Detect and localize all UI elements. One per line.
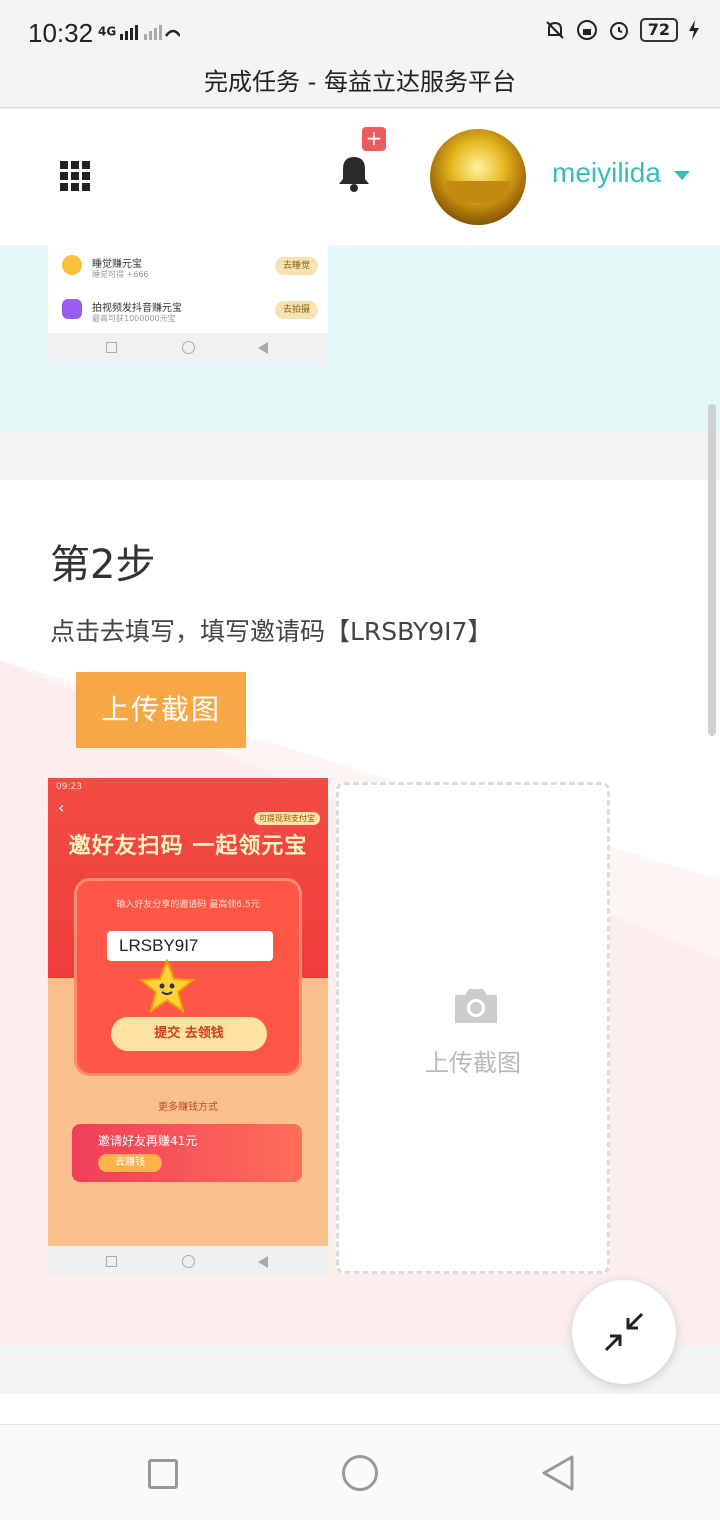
list-item: 睡觉赚元宝 睡觉可得 +666 去睡觉 <box>48 247 328 291</box>
step1-screenshot: 睡觉赚元宝 睡觉可得 +666 去睡觉 拍视频发抖音赚元宝 最高可获100000… <box>48 245 328 363</box>
step2-card: 第2步 点击去填写，填写邀请码【LRSBY9I7】 上传截图 09:23 ‹ 可… <box>0 480 720 1346</box>
shot-panel-text: 输入好友分享的邀请码 最高领6.5元 <box>116 900 260 910</box>
system-nav-bar <box>0 1424 720 1520</box>
lock-rotate-icon <box>576 20 597 40</box>
list-item-subtitle: 睡觉可得 +666 <box>92 270 149 279</box>
app-menu-grid-icon[interactable] <box>60 161 90 191</box>
list-item-button: 去睡觉 <box>274 257 318 275</box>
upload-screenshot-button[interactable]: 上传截图 <box>76 672 246 748</box>
shot-banner: 邀请好友再赚41元 去赚钱 <box>72 1124 302 1182</box>
shot-tag: 可提现到支付宝 <box>254 812 320 825</box>
moon-icon <box>62 255 82 275</box>
shot-more: 更多赚钱方式 <box>158 1102 218 1113</box>
shot-headline: 邀好友扫码 一起领元宝 <box>68 834 308 859</box>
shot-banner-title: 邀请好友再赚41元 <box>98 1134 198 1148</box>
shot-nav-bar <box>48 1246 328 1276</box>
scrollbar[interactable] <box>708 404 716 736</box>
camera-icon <box>455 989 497 1023</box>
chevron-down-icon[interactable] <box>674 171 690 180</box>
shot-submit: 提交 去领钱 <box>111 1017 267 1051</box>
screenshot-upload-area[interactable]: 上传截图 <box>336 782 610 1274</box>
app-header: + meiyilida <box>0 109 720 245</box>
alarm-icon <box>609 22 628 40</box>
network-type: 4G <box>98 24 117 39</box>
video-icon <box>62 299 82 319</box>
collapse-arrows-icon <box>604 1312 644 1352</box>
star-mascot-icon <box>139 959 195 1014</box>
shot-status-time: 09:23 <box>56 782 82 792</box>
step-description: 点击去填写，填写邀请码【LRSBY9I7】 <box>50 617 493 646</box>
list-item-title: 睡觉赚元宝 <box>92 259 142 270</box>
list-item-title: 拍视频发抖音赚元宝 <box>92 303 182 314</box>
upload-area-label: 上传截图 <box>425 1049 521 1077</box>
step1-card: 睡觉赚元宝 睡觉可得 +666 去睡觉 拍视频发抖音赚元宝 最高可获100000… <box>0 245 720 432</box>
notification-badge[interactable]: + <box>362 127 386 151</box>
battery-level: 72 <box>639 18 678 42</box>
signal-icon: 4G <box>98 22 182 42</box>
status-icons: 72 <box>544 18 700 42</box>
back-button[interactable] <box>540 1453 576 1493</box>
collapse-button[interactable] <box>572 1280 676 1384</box>
mute-bell-icon <box>546 21 564 39</box>
status-bar: 10:32 4G 72 <box>0 0 720 64</box>
notification-bell-icon[interactable] <box>336 153 376 197</box>
step-title: 第2步 <box>50 542 156 588</box>
back-arrow-icon: ‹ <box>58 798 65 817</box>
username-menu[interactable]: meiyilida <box>552 157 661 189</box>
next-card-edge <box>0 1394 720 1424</box>
window-title: 完成任务 - 每益立达服务平台 <box>0 64 720 108</box>
status-time: 10:32 <box>28 18 94 48</box>
shot-invite-code: LRSBY9I7 <box>107 931 273 961</box>
list-item-subtitle: 最高可获1000000元宝 <box>92 314 176 323</box>
list-item-button: 去拍摄 <box>274 301 318 319</box>
home-button[interactable] <box>342 1455 378 1491</box>
charging-icon <box>689 20 699 40</box>
shot-banner-button: 去赚钱 <box>98 1154 162 1172</box>
mini-nav-bar <box>48 333 328 363</box>
list-item: 拍视频发抖音赚元宝 最高可获1000000元宝 去拍摄 <box>48 291 328 335</box>
example-screenshot: 09:23 ‹ 可提现到支付宝 邀好友扫码 一起领元宝 输入好友分享的邀请码 最… <box>48 778 328 1276</box>
recent-apps-button[interactable] <box>148 1459 178 1489</box>
user-avatar[interactable] <box>430 129 526 225</box>
shot-panel: 输入好友分享的邀请码 最高领6.5元 LRSBY9I7 提交 去领钱 <box>74 878 302 1076</box>
